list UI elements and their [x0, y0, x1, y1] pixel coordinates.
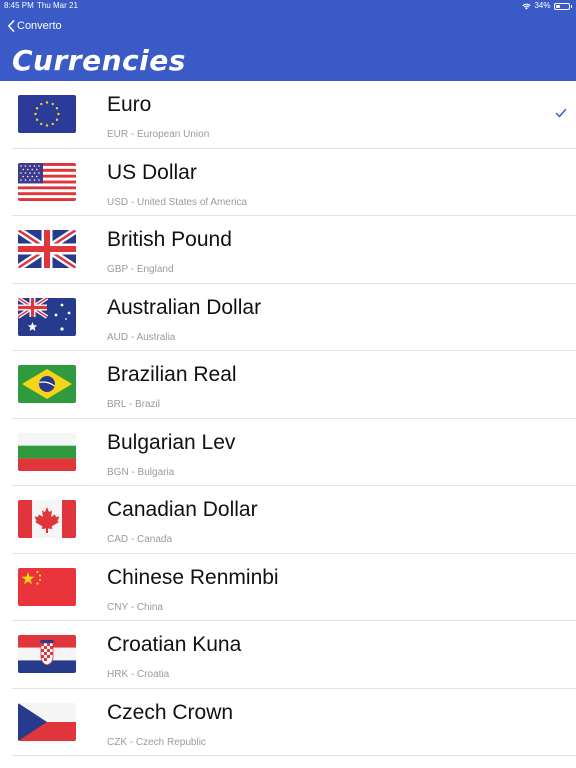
- currency-subtitle: CAD - Canada: [107, 534, 173, 545]
- currency-row-czk[interactable]: Czech Crown CZK - Czech Republic: [0, 689, 576, 756]
- us-flag-icon: [18, 162, 76, 201]
- currency-row-cny[interactable]: Chinese Renminbi CNY - China: [0, 554, 576, 621]
- currency-row-eur[interactable]: Euro EUR - European Union: [0, 81, 576, 149]
- currency-subtitle: HRK - Croatia: [107, 669, 170, 680]
- battery-icon: [553, 2, 570, 10]
- currency-name: British Pound: [107, 228, 232, 251]
- currency-subtitle: BGN - Bulgaria: [107, 466, 175, 478]
- currency-subtitle: CZK - Czech Republic: [107, 736, 206, 748]
- china-flag-icon: [18, 567, 76, 606]
- battery-percent: 34%: [534, 1, 551, 10]
- status-indicators: 34%: [522, 0, 572, 12]
- currency-row-gbp[interactable]: British Pound GBP - England: [0, 216, 576, 284]
- currency-name: US Dollar: [107, 160, 197, 184]
- back-button[interactable]: Converto: [7, 18, 62, 34]
- currency-row-cad[interactable]: Canadian Dollar CAD - Canada: [0, 486, 576, 554]
- status-time: 8:45 PM: [4, 1, 34, 10]
- currency-subtitle: EUR - European Union: [107, 129, 210, 140]
- currency-name: Croatian Kuna: [107, 633, 242, 656]
- brazil-flag-icon: [18, 365, 76, 403]
- currency-row-brl[interactable]: Brazilian Real BRL - Brazil: [0, 351, 576, 419]
- eu-flag-icon: [18, 95, 76, 133]
- currency-row-bgn[interactable]: Bulgarian Lev BGN - Bulgaria: [0, 419, 576, 486]
- canada-flag-icon: [18, 500, 76, 538]
- status-date: Thu Mar 21: [37, 1, 78, 10]
- currency-subtitle: USD - United States of America: [107, 196, 248, 208]
- currency-row-usd[interactable]: US Dollar USD - United States of America: [0, 149, 576, 216]
- wifi-icon: [522, 3, 532, 9]
- nav-header: 8:45 PM Thu Mar 21 34% Converto Currenci…: [0, 0, 576, 81]
- battery-fill: [555, 4, 560, 8]
- currency-name: Australian Dollar: [107, 295, 262, 319]
- currency-subtitle: CNY - China: [107, 601, 163, 613]
- currency-name: Euro: [107, 93, 152, 116]
- chevron-left-icon: [8, 20, 15, 32]
- checkmark-icon: [555, 108, 567, 118]
- currency-list: Euro EUR - European Union US Dollar USD …: [0, 81, 576, 756]
- czech-flag-icon: [18, 702, 76, 741]
- australia-flag-icon: [18, 297, 76, 336]
- currency-subtitle: BRL - Brazil: [107, 399, 160, 410]
- row-divider: [12, 755, 576, 756]
- currency-name: Canadian Dollar: [107, 498, 258, 521]
- back-label: Converto: [17, 20, 62, 32]
- page-title: Currencies: [12, 44, 186, 77]
- croatia-flag-icon: [18, 635, 76, 673]
- currency-name: Brazilian Real: [107, 363, 237, 386]
- bulgaria-flag-icon: [18, 432, 76, 471]
- currency-row-aud[interactable]: Australian Dollar AUD - Australia: [0, 284, 576, 351]
- currency-name: Bulgarian Lev: [107, 430, 236, 454]
- uk-flag-icon: [18, 230, 76, 268]
- currency-name: Chinese Renminbi: [107, 565, 279, 589]
- currency-row-hrk[interactable]: Croatian Kuna HRK - Croatia: [0, 621, 576, 689]
- status-bar: 8:45 PM Thu Mar 21 34%: [0, 0, 576, 12]
- currency-subtitle: GBP - England: [107, 264, 174, 275]
- battery-nub: [570, 4, 572, 8]
- currency-name: Czech Crown: [107, 700, 234, 724]
- currency-subtitle: AUD - Australia: [107, 331, 176, 343]
